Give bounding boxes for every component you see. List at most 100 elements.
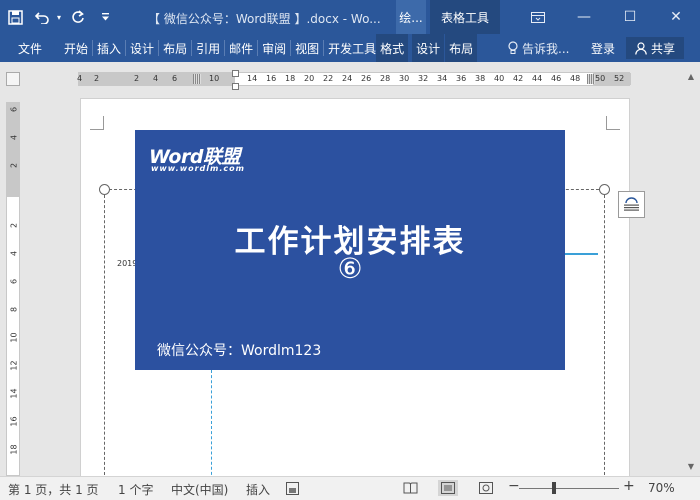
ruler-tick: 6 (9, 278, 19, 285)
web-layout-icon[interactable] (479, 482, 493, 497)
ruler-tick: 52 (614, 74, 625, 83)
ruler-tick: 50 (595, 74, 606, 83)
table-column-marker[interactable] (587, 74, 595, 84)
zoom-in-button[interactable]: + (623, 478, 635, 494)
banner-wechat-text: 微信公众号：Wordlm123 (157, 343, 322, 359)
ruler-tick: 10 (9, 332, 19, 343)
banner-image[interactable]: Word联盟 www.wordlm.com 工作计划安排表 ⑥ 微信公众号：Wo… (135, 130, 565, 370)
scroll-up-arrow[interactable]: ▲ (682, 68, 700, 84)
indent-marker[interactable] (232, 70, 239, 77)
ruler-toggle[interactable] (6, 72, 20, 86)
ruler-tick: 46 (551, 74, 562, 83)
tab-design[interactable]: 设计 (126, 34, 158, 62)
ruler-tick: 44 (532, 74, 543, 83)
table-column-marker[interactable] (193, 74, 201, 84)
save-icon[interactable] (0, 0, 30, 34)
tab-table-design[interactable]: 设计 (412, 34, 445, 62)
ruler-tick: 14 (9, 388, 19, 399)
close-button[interactable]: ✕ (653, 0, 699, 34)
tab-view[interactable]: 视图 (291, 34, 323, 62)
macro-record-icon[interactable] (286, 482, 299, 498)
banner-number: ⑥ (337, 252, 363, 285)
context-tab-table-tools[interactable]: 表格工具 (430, 0, 500, 34)
brand-url: www.wordlm.com (151, 164, 245, 173)
ruler-tick: 16 (9, 416, 19, 427)
tab-home[interactable]: 开始 (56, 34, 92, 62)
ruler-tick: 20 (304, 74, 315, 83)
resize-handle[interactable] (599, 184, 610, 195)
customize-qat-icon[interactable] (92, 0, 118, 34)
tab-review[interactable]: 审阅 (258, 34, 290, 62)
ruler-tick: 28 (380, 74, 391, 83)
title-bar: ▾ 【 微信公众号：Word联盟 】.docx - Wo... 绘... 表格工… (0, 0, 700, 34)
undo-dropdown-icon[interactable]: ▾ (54, 0, 64, 34)
tab-format[interactable]: 格式 (376, 34, 409, 62)
ruler-tick: 38 (475, 74, 486, 83)
tab-table-layout[interactable]: 布局 (445, 34, 478, 62)
table-gridline (604, 190, 605, 480)
zoom-slider[interactable] (519, 488, 619, 489)
tab-file[interactable]: 文件 (0, 34, 56, 62)
resize-handle[interactable] (99, 184, 110, 195)
zoom-out-button[interactable]: − (508, 478, 520, 494)
ruler-tick: 32 (418, 74, 429, 83)
ruler-area: 4 2 2 4 6 10 14 16 18 20 22 24 26 28 30 … (0, 62, 700, 96)
ruler-tick: 22 (323, 74, 334, 83)
read-mode-icon[interactable] (403, 482, 418, 497)
ruler-tick: 2 (9, 222, 19, 229)
sign-in-link[interactable]: 登录 (591, 34, 615, 62)
ruler-tick: 14 (247, 74, 258, 83)
tab-references[interactable]: 引用 (192, 34, 224, 62)
minimize-button[interactable]: — (561, 0, 607, 34)
maximize-button[interactable]: ☐ (607, 0, 653, 34)
ribbon-tabs: 文件 开始 插入 设计 布局 引用 邮件 审阅 视图 开发工具 格式 设计 布局… (0, 34, 700, 62)
ruler-tick: 24 (342, 74, 353, 83)
layout-options-button[interactable] (618, 191, 645, 218)
ruler-tick: 4 (77, 74, 83, 83)
language-indicator[interactable]: 中文(中国) (171, 481, 228, 498)
vertical-scrollbar[interactable]: ▲ ▼ (682, 62, 700, 476)
zoom-slider-thumb[interactable] (552, 482, 556, 494)
ruler-tick: 4 (9, 134, 19, 141)
page-count[interactable]: 第 1 页，共 1 页 (8, 481, 99, 498)
vertical-ruler[interactable]: 6 4 2 2 4 6 8 10 12 14 16 18 (6, 102, 20, 476)
ruler-tick: 6 (172, 74, 178, 83)
ribbon-display-options-button[interactable] (515, 0, 561, 34)
ruler-tick: 10 (209, 74, 220, 83)
insert-mode[interactable]: 插入 (246, 481, 270, 498)
share-button[interactable]: 共享 (626, 37, 684, 59)
table-gridline (211, 370, 212, 480)
lightbulb-icon (508, 41, 518, 54)
ruler-tick: 12 (9, 360, 19, 371)
ruler-tick: 34 (437, 74, 448, 83)
scroll-down-arrow[interactable]: ▼ (682, 458, 700, 474)
word-count[interactable]: 1 个字 (118, 481, 153, 498)
window-title: 【 微信公众号：Word联盟 】.docx - Wo... (148, 12, 381, 26)
status-bar: 第 1 页，共 1 页 1 个字 中文(中国) 插入 − + 70% (0, 476, 700, 500)
ruler-tick: 30 (399, 74, 410, 83)
share-label: 共享 (650, 41, 675, 56)
ruler-tick: 36 (456, 74, 467, 83)
tell-me-box[interactable]: 告诉我... (508, 34, 569, 62)
ruler-tick: 26 (361, 74, 372, 83)
horizontal-ruler[interactable]: 4 2 2 4 6 10 14 16 18 20 22 24 26 28 30 … (77, 70, 631, 90)
ruler-tick: 2 (9, 162, 19, 169)
table-border-line (565, 253, 598, 255)
tab-insert[interactable]: 插入 (93, 34, 125, 62)
ruler-tick: 8 (9, 306, 19, 313)
ruler-tick: 18 (285, 74, 296, 83)
layout-options-icon (624, 197, 639, 211)
zoom-level[interactable]: 70% (648, 481, 675, 495)
undo-icon[interactable] (30, 0, 54, 34)
ruler-tick: 42 (513, 74, 524, 83)
indent-marker[interactable] (232, 83, 239, 90)
ruler-tick: 4 (9, 250, 19, 257)
print-layout-icon[interactable] (438, 480, 458, 496)
ruler-tick: 2 (134, 74, 140, 83)
tell-me-label: 告诉我... (522, 41, 570, 56)
redo-icon[interactable] (64, 0, 92, 34)
context-tab-drawing-tools[interactable]: 绘... (396, 0, 426, 34)
tab-layout[interactable]: 布局 (159, 34, 191, 62)
tab-developer[interactable]: 开发工具 (324, 34, 376, 62)
tab-mailings[interactable]: 邮件 (225, 34, 257, 62)
